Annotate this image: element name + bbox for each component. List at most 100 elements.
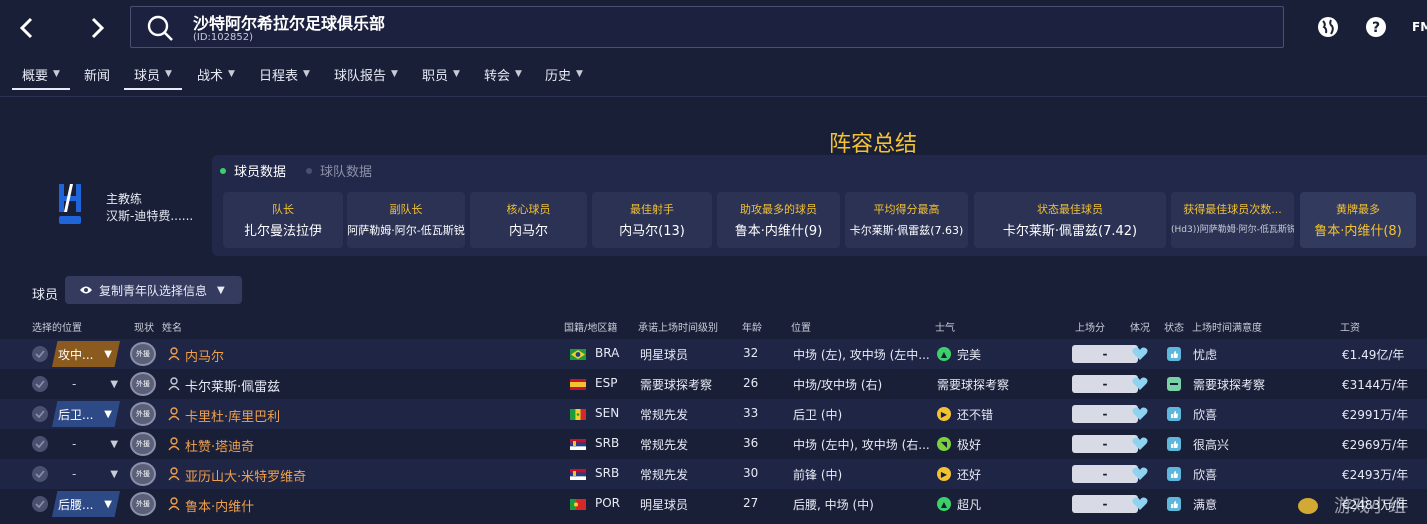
col-selected-position[interactable]: 选择的位置 — [32, 319, 82, 334]
back-button[interactable] — [8, 10, 44, 46]
tab-player-data[interactable]: 球员数据 — [220, 161, 286, 180]
position-select-value: 攻中... — [58, 347, 94, 362]
chevron-down-icon: ▼ — [303, 69, 310, 79]
tab-5[interactable]: 球队报告 ▼ — [324, 58, 408, 90]
select-checkbox[interactable] — [32, 496, 48, 512]
check-icon — [35, 500, 45, 508]
stat-card-value[interactable]: 阿萨勒姆·阿尔-低瓦斯锐 — [347, 222, 465, 238]
stat-card-7[interactable]: 获得最佳球员次数... (Hd3))阿萨勒姆·阿尔-低瓦斯锐(3) — [1171, 192, 1294, 248]
age: 36 — [743, 436, 759, 450]
tab-6[interactable]: 职员 ▼ — [412, 58, 470, 90]
forward-button[interactable] — [80, 10, 116, 46]
thumbs-up-icon — [1167, 347, 1181, 361]
playing-time-satisfaction: 欣喜 — [1193, 408, 1218, 422]
tab-2[interactable]: 球员 ▼ — [124, 58, 182, 90]
manager-name[interactable]: 汉斯-迪特费...... — [106, 207, 206, 224]
col-level[interactable]: 承诺上场时间级别 — [638, 319, 718, 334]
player-name[interactable]: 杜赞·塔迪奇 — [185, 436, 254, 455]
wage: €1.49亿/年 — [1342, 348, 1405, 362]
select-checkbox[interactable] — [32, 376, 48, 392]
globe-button[interactable] — [1316, 15, 1340, 39]
select-checkbox[interactable] — [32, 406, 48, 422]
svg-text:?: ? — [1372, 20, 1380, 36]
player-name[interactable]: 内马尔 — [185, 346, 224, 365]
col-state[interactable]: 现状 — [134, 319, 154, 334]
stat-card-4[interactable]: 助攻最多的球员 鲁本·内维什(9) — [717, 192, 840, 248]
col-playing-time-satisfaction[interactable]: 上场时间满意度 — [1192, 319, 1262, 334]
playing-time-satisfaction: 满意 — [1193, 498, 1218, 512]
morale: 完美 — [957, 348, 982, 362]
table-row[interactable]: 后卫... ▼ 外援 卡里杜·库里巴利 SEN 常规先发 33 后卫 (中) ▶ 还不错 - 欣喜 €2… — [0, 399, 1427, 429]
tab-7[interactable]: 转会 ▼ — [474, 58, 532, 90]
top-bar: 沙特阿尔希拉尔足球俱乐部 (ID:102852) ? FM — [0, 0, 1427, 56]
tab-player-data-label: 球员数据 — [234, 165, 287, 180]
select-checkbox[interactable] — [32, 436, 48, 452]
stat-card-6[interactable]: 状态最佳球员 卡尔莱斯·佩雷兹(7.42) — [974, 192, 1166, 248]
player-name[interactable]: 亚历山大·米特罗维奇 — [185, 466, 306, 485]
tab-label: 历史 — [545, 68, 572, 84]
fm-logo[interactable]: FM — [1412, 20, 1427, 34]
col-morale[interactable]: 士气 — [935, 319, 955, 334]
col-apps[interactable]: 上场分 — [1075, 319, 1105, 334]
col-wage[interactable]: 工资 — [1340, 319, 1360, 334]
foreign-player-badge: 外援 — [130, 462, 156, 486]
select-checkbox[interactable] — [32, 346, 48, 362]
table-row[interactable]: - ▼ 外援 卡尔莱斯·佩雷兹 ESP 需要球探考察 26 中场/攻中场 (右) 需要球探考察 -… — [0, 369, 1427, 399]
table-row[interactable]: 后腰... ▼ 外援 鲁本·内维什 POR 明星球员 27 后腰, 中场 (中) ▲ 超凡 - 满意 €… — [0, 489, 1427, 519]
stat-card-value[interactable]: 内马尔(13) — [592, 220, 712, 239]
stat-card-value[interactable]: 鲁本·内维什(9) — [717, 220, 840, 239]
stat-card-8[interactable]: 黄牌最多鲁本·内维什(8) — [1300, 192, 1416, 248]
table-row[interactable]: - ▼ 外援 亚历山大·米特罗维奇 SRB 常规先发 30 前锋 (中) ▶ 还好 - 欣喜 €2493… — [0, 459, 1427, 489]
position-select[interactable]: - ▼ — [60, 371, 120, 397]
tab-4[interactable]: 日程表 ▼ — [249, 58, 320, 90]
stat-card-value[interactable]: 卡尔莱斯·佩雷兹(7.63) — [845, 222, 968, 238]
player-name[interactable]: 卡里杜·库里巴利 — [185, 406, 280, 425]
col-name[interactable]: 姓名 — [162, 319, 182, 334]
search-box[interactable]: 沙特阿尔希拉尔足球俱乐部 (ID:102852) — [130, 6, 1284, 48]
position-select[interactable]: 攻中... ▼ — [52, 341, 120, 367]
select-checkbox[interactable] — [32, 466, 48, 482]
tab-0[interactable]: 概要 ▼ — [12, 58, 70, 90]
table-row[interactable]: 攻中... ▼ 外援 内马尔 BRA 明星球员 32 中场 (左), 攻中场 (左中... ▲ 完… — [0, 339, 1427, 369]
tab-1[interactable]: 新闻 — [74, 58, 120, 90]
stat-card-value[interactable]: 鲁本·内维什(8) — [1300, 220, 1416, 239]
tab-label: 概要 — [22, 68, 49, 84]
playing-time-satisfaction: 欣喜 — [1193, 468, 1218, 482]
help-button[interactable]: ? — [1364, 15, 1388, 39]
col-nationality[interactable]: 国籍/地区籍 — [564, 319, 617, 334]
tab-8[interactable]: 历史 ▼ — [535, 58, 593, 90]
position-select[interactable]: - ▼ — [60, 461, 120, 487]
player-position: 后卫 (中) — [793, 408, 843, 422]
stat-card-value[interactable]: 扎尔曼法拉伊 — [223, 220, 343, 239]
check-icon — [35, 470, 45, 478]
tab-label: 职员 — [422, 68, 449, 84]
stat-card-1[interactable]: 副队长 阿萨勒姆·阿尔-低瓦斯锐 — [347, 192, 465, 248]
col-condition[interactable]: 体况 — [1130, 319, 1150, 334]
tab-team-data[interactable]: 球队数据 — [306, 161, 372, 180]
club-crest-icon — [59, 184, 81, 224]
stat-card-label: 核心球员 — [506, 203, 551, 216]
tab-3[interactable]: 战术 ▼ — [187, 58, 245, 90]
stat-card-2[interactable]: 核心球员 内马尔 — [470, 192, 587, 248]
table-row[interactable]: - ▼ 外援 杜赞·塔迪奇 SRB 常规先发 36 中场 (左中), 攻中场 (右... ◥ 极好… — [0, 429, 1427, 459]
stat-card-value[interactable]: (Hd3))阿萨勒姆·阿尔-低瓦斯锐(3) — [1171, 222, 1294, 235]
chevron-down-icon: ▼ — [110, 468, 119, 480]
stat-card-5[interactable]: 平均得分最高 卡尔莱斯·佩雷兹(7.63) — [845, 192, 968, 248]
player-name[interactable]: 卡尔莱斯·佩雷兹 — [185, 376, 280, 395]
col-position[interactable]: 位置 — [791, 319, 811, 334]
stat-card-0[interactable]: 队长 扎尔曼法拉伊 — [223, 192, 343, 248]
position-select[interactable]: 后卫... ▼ — [52, 401, 120, 427]
stat-card-value[interactable]: 卡尔莱斯·佩雷兹(7.42) — [974, 220, 1166, 239]
stat-card-3[interactable]: 最佳射手 内马尔(13) — [592, 192, 712, 248]
stat-card-value[interactable]: 内马尔 — [470, 220, 587, 239]
col-age[interactable]: 年龄 — [742, 319, 762, 334]
player-name[interactable]: 鲁本·内维什 — [185, 496, 254, 515]
position-select[interactable]: 后腰... ▼ — [52, 491, 120, 517]
position-select[interactable]: - ▼ — [60, 431, 120, 457]
appearances: - — [1072, 495, 1138, 513]
chevron-right-icon — [91, 17, 105, 39]
nationality: POR — [595, 496, 621, 510]
col-status[interactable]: 状态 — [1164, 319, 1184, 334]
copy-youth-selection-button[interactable]: 复制青年队选择信息 ▼ — [65, 276, 242, 304]
stat-card-label: 黄牌最多 — [1336, 203, 1380, 216]
